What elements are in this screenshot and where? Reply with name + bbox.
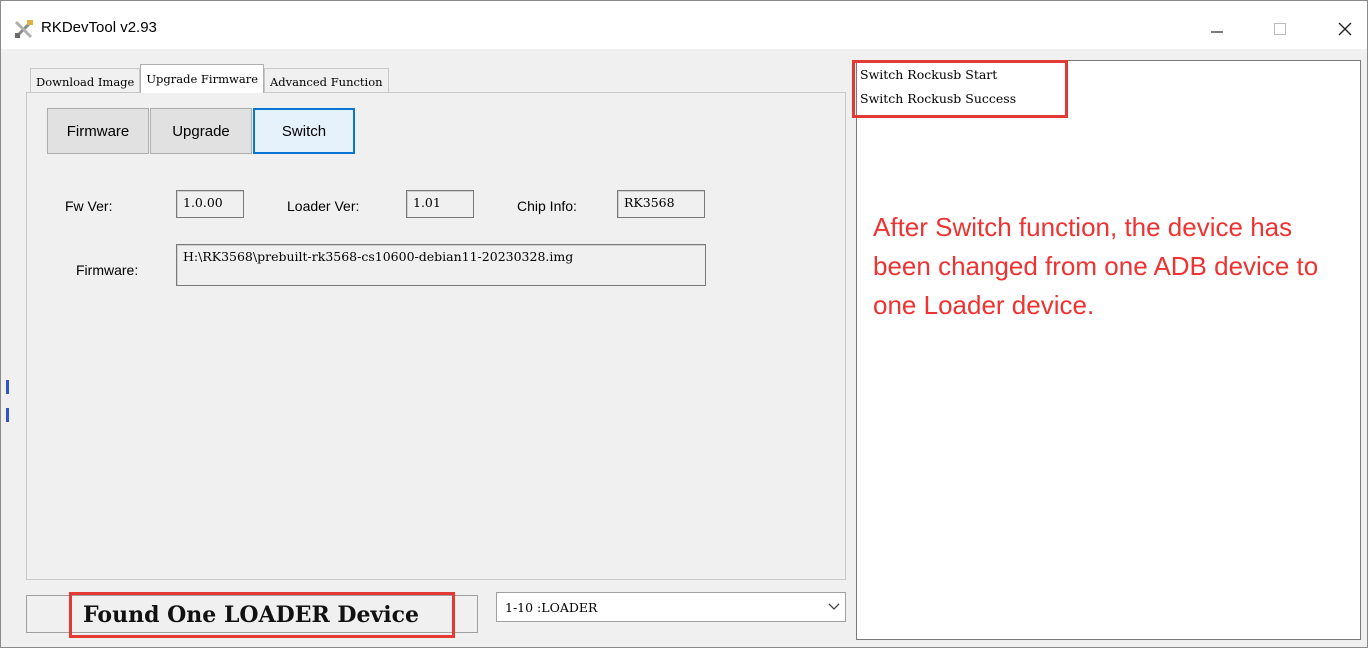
edge-marker [6,408,9,422]
tools-icon [14,20,33,39]
annotation-text: After Switch function, the device has be… [873,212,1319,320]
status-highlight-box [69,592,455,638]
maximize-button[interactable] [1260,9,1300,49]
chip-info-label: Chip Info: [517,198,577,214]
upgrade-firmware-panel [26,92,846,580]
fw-ver-label: Fw Ver: [65,198,113,214]
firmware-path-field: H:\RK3568\prebuilt-rk3568-cs10600-debian… [176,244,706,286]
window-title: RKDevTool v2.93 [41,19,157,36]
device-select-value: 1-10 :LOADER [505,600,598,615]
upgrade-button[interactable]: Upgrade [150,108,252,154]
log-highlight-box [852,60,1068,118]
firmware-path-label: Firmware: [76,262,139,278]
edge-marker [6,380,9,394]
loader-ver-field: 1.01 [406,190,474,218]
log-output[interactable] [856,60,1361,640]
switch-button[interactable]: Switch [253,108,355,154]
tab-download-image[interactable]: Download Image [30,68,141,93]
minimize-icon [1211,31,1223,33]
firmware-button[interactable]: Firmware [47,108,149,154]
chevron-down-icon[interactable] [824,596,844,616]
close-icon [1338,22,1352,36]
loader-ver-label: Loader Ver: [287,198,360,214]
maximize-icon [1274,23,1286,35]
close-button[interactable] [1325,9,1365,49]
tab-bar: Download Image Upgrade Firmware Advanced… [30,64,389,93]
fw-ver-field: 1.0.00 [176,190,244,218]
title-bar[interactable]: RKDevTool v2.93 [1,1,1367,49]
minimize-button[interactable] [1197,9,1237,49]
tab-advanced-function[interactable]: Advanced Function [264,68,389,93]
tab-upgrade-firmware[interactable]: Upgrade Firmware [140,64,264,93]
chip-info-field: RK3568 [617,190,705,218]
